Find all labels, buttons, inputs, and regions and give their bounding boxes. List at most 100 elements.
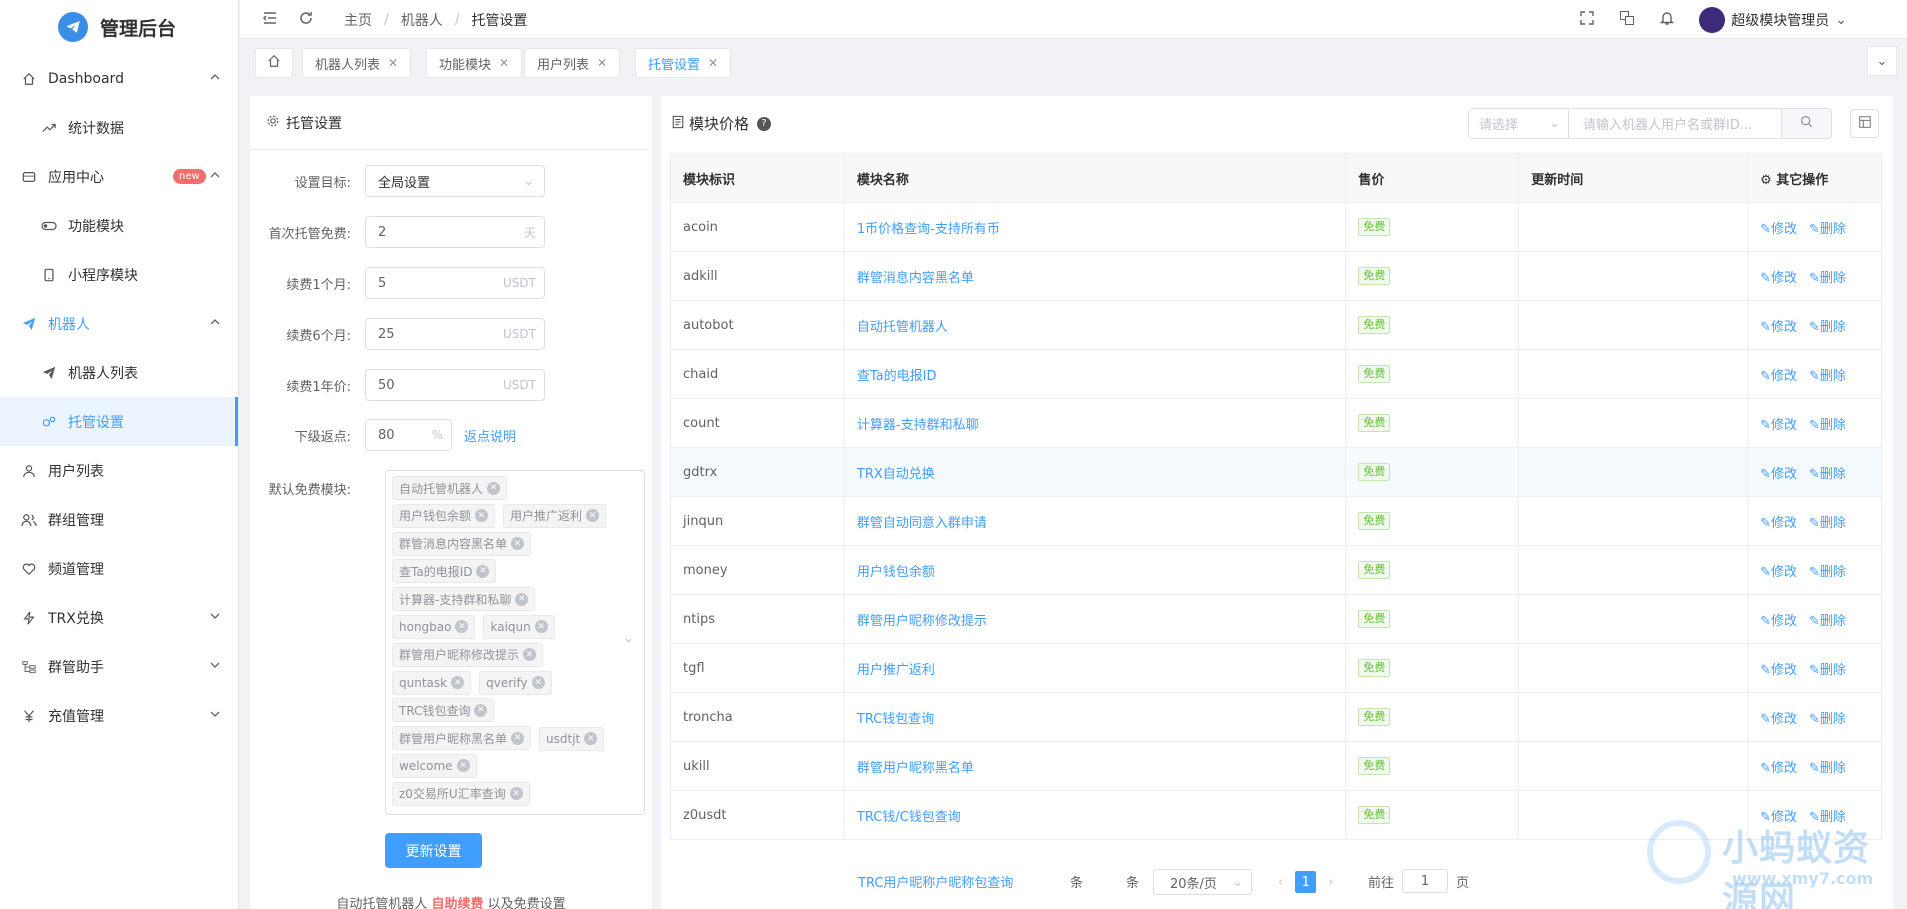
logo[interactable]: 管理后台 bbox=[0, 0, 238, 54]
chip-close-icon[interactable]: ✕ bbox=[487, 481, 501, 495]
sidebar-item-0[interactable]: Dashboard bbox=[0, 54, 238, 103]
column-header[interactable]: 售价 bbox=[1345, 153, 1520, 203]
translate-icon[interactable] bbox=[1619, 10, 1635, 30]
filter-select[interactable]: 请选择 ⌄ bbox=[1468, 108, 1569, 139]
module-name-cell[interactable]: 群管自动同意入群申请 bbox=[843, 496, 1347, 546]
bell-icon[interactable] bbox=[1659, 10, 1675, 30]
module-name-cell[interactable]: 自动托管机器人 bbox=[843, 300, 1347, 350]
table-row[interactable]: acoin 1币价格查询-支持所有币 免费 ✎修改 ✎删除 bbox=[670, 202, 1882, 252]
sidebar-item-6[interactable]: 机器人列表 bbox=[0, 348, 238, 397]
sidebar-item-1[interactable]: 统计数据 bbox=[0, 103, 238, 152]
module-name-cell[interactable]: TRC钱包查询 bbox=[843, 692, 1347, 742]
delete-button[interactable]: ✎删除 bbox=[1809, 565, 1846, 580]
chip-close-icon[interactable]: ✕ bbox=[474, 703, 488, 717]
table-row[interactable]: money 用户钱包余额 免费 ✎修改 ✎删除 bbox=[670, 545, 1882, 595]
target-select[interactable]: 全局设置 ⌄ bbox=[365, 165, 545, 197]
search-input[interactable]: 请输入机器人用户名或群ID... bbox=[1569, 108, 1782, 139]
sidebar-item-13[interactable]: 充值管理 bbox=[0, 691, 238, 740]
search-button[interactable] bbox=[1782, 108, 1832, 139]
delete-button[interactable]: ✎删除 bbox=[1809, 761, 1846, 776]
delete-button[interactable]: ✎删除 bbox=[1809, 418, 1846, 433]
chip-close-icon[interactable]: ✕ bbox=[515, 592, 529, 606]
breadcrumb-home[interactable]: 主页 bbox=[344, 10, 372, 30]
module-name-cell[interactable]: 群管用户昵称修改提示 bbox=[843, 594, 1347, 644]
edit-button[interactable]: ✎修改 bbox=[1760, 761, 1797, 776]
chip-close-icon[interactable]: ✕ bbox=[456, 759, 470, 773]
column-header-actions[interactable]: ⚙ 其它操作 bbox=[1747, 153, 1882, 203]
edit-button[interactable]: ✎修改 bbox=[1760, 565, 1797, 580]
sidebar-item-5[interactable]: 机器人 bbox=[0, 299, 238, 348]
tags-dropdown-button[interactable]: ⌄ bbox=[1867, 46, 1897, 76]
edit-button[interactable]: ✎修改 bbox=[1760, 222, 1797, 237]
delete-button[interactable]: ✎删除 bbox=[1809, 320, 1846, 335]
edit-button[interactable]: ✎修改 bbox=[1760, 712, 1797, 727]
next-page-icon[interactable]: › bbox=[1328, 875, 1333, 890]
close-icon[interactable]: ✕ bbox=[708, 56, 718, 70]
edit-button[interactable]: ✎修改 bbox=[1760, 418, 1797, 433]
edit-button[interactable]: ✎修改 bbox=[1760, 810, 1797, 825]
sidebar-item-12[interactable]: 群管助手 bbox=[0, 642, 238, 691]
page-size-select[interactable]: 20条/页 ⌄ bbox=[1153, 869, 1252, 895]
table-row[interactable]: adkill 群管消息内容黑名单 免费 ✎修改 ✎删除 bbox=[670, 251, 1882, 301]
sidebar-item-2[interactable]: 应用中心 new bbox=[0, 152, 238, 201]
edit-button[interactable]: ✎修改 bbox=[1760, 320, 1797, 335]
column-header[interactable]: 更新时间 bbox=[1518, 153, 1749, 203]
renew-1m-input[interactable]: 5 USDT bbox=[365, 267, 545, 299]
collapse-menu-icon[interactable] bbox=[262, 10, 278, 30]
delete-button[interactable]: ✎删除 bbox=[1809, 516, 1846, 531]
chip-close-icon[interactable]: ✕ bbox=[511, 537, 525, 551]
goto-page-input[interactable]: 1 bbox=[1402, 869, 1449, 893]
user-menu[interactable]: 超级模块管理员 ⌄ bbox=[1699, 6, 1847, 33]
delete-button[interactable]: ✎删除 bbox=[1809, 271, 1846, 286]
sidebar-item-7[interactable]: 托管设置 bbox=[0, 397, 238, 446]
first-free-input[interactable]: 2 天 bbox=[365, 216, 545, 248]
close-icon[interactable]: ✕ bbox=[388, 56, 398, 70]
free-modules-multiselect[interactable]: 自动托管机器人 ✕ 用户钱包余额 ✕ 用户推广返利 ✕ 群管消息内容黑名单 ✕ 查Ta的电报ID… bbox=[385, 470, 645, 815]
sidebar-item-11[interactable]: TRX兑换 bbox=[0, 593, 238, 642]
rebate-help-link[interactable]: 返点说明 bbox=[464, 426, 516, 445]
delete-button[interactable]: ✎删除 bbox=[1809, 712, 1846, 727]
edit-button[interactable]: ✎修改 bbox=[1760, 271, 1797, 286]
module-name-cell[interactable]: 用户推广返利 bbox=[843, 643, 1347, 693]
module-name-cell[interactable]: 群管用户昵称黑名单 bbox=[843, 741, 1347, 791]
breadcrumb-robot[interactable]: 机器人 bbox=[401, 10, 443, 30]
table-row[interactable]: ntips 群管用户昵称修改提示 免费 ✎修改 ✎删除 bbox=[670, 594, 1882, 644]
module-name-cell[interactable]: 用户钱包余额 bbox=[843, 545, 1347, 595]
delete-button[interactable]: ✎删除 bbox=[1809, 810, 1846, 825]
delete-button[interactable]: ✎删除 bbox=[1809, 663, 1846, 678]
module-name-cell[interactable]: TRC钱/C钱包查询 bbox=[843, 790, 1347, 840]
edit-button[interactable]: ✎修改 bbox=[1760, 467, 1797, 482]
sidebar-item-9[interactable]: 群组管理 bbox=[0, 495, 238, 544]
table-row[interactable]: count 计算器-支持群和私聊 免费 ✎修改 ✎删除 bbox=[670, 398, 1882, 448]
module-name-cell[interactable]: 1币价格查询-支持所有币 bbox=[843, 202, 1347, 252]
sidebar-item-4[interactable]: 小程序模块 bbox=[0, 250, 238, 299]
column-settings-button[interactable] bbox=[1850, 109, 1879, 138]
edit-button[interactable]: ✎修改 bbox=[1760, 663, 1797, 678]
renew-6m-input[interactable]: 25 USDT bbox=[365, 318, 545, 350]
close-icon[interactable]: ✕ bbox=[597, 56, 607, 70]
chip-close-icon[interactable]: ✕ bbox=[455, 620, 469, 634]
renew-1y-input[interactable]: 50 USDT bbox=[365, 369, 545, 401]
chip-close-icon[interactable]: ✕ bbox=[523, 648, 537, 662]
update-settings-button[interactable]: 更新设置 bbox=[385, 833, 482, 868]
tag-hosting-settings[interactable]: 托管设置 ✕ bbox=[635, 48, 732, 78]
table-row[interactable]: z0usdt TRC钱/C钱包查询 免费 ✎修改 ✎删除 bbox=[670, 790, 1882, 840]
table-row[interactable]: troncha TRC钱包查询 免费 ✎修改 ✎删除 bbox=[670, 692, 1882, 742]
fullscreen-icon[interactable] bbox=[1579, 10, 1595, 30]
question-icon[interactable]: ? bbox=[757, 116, 772, 131]
tag-module[interactable]: 功能模块 ✕ bbox=[426, 48, 523, 78]
edit-button[interactable]: ✎修改 bbox=[1760, 516, 1797, 531]
chip-close-icon[interactable]: ✕ bbox=[531, 676, 545, 690]
column-header[interactable]: 模块标识 bbox=[670, 153, 845, 203]
sidebar-item-8[interactable]: 用户列表 bbox=[0, 446, 238, 495]
tag-robot-list[interactable]: 机器人列表 ✕ bbox=[302, 48, 412, 78]
prev-page-icon[interactable]: ‹ bbox=[1278, 875, 1283, 890]
page-number-current[interactable]: 1 bbox=[1295, 871, 1317, 893]
chip-close-icon[interactable]: ✕ bbox=[511, 731, 525, 745]
rebate-input[interactable]: 80 % bbox=[365, 419, 452, 451]
chip-close-icon[interactable]: ✕ bbox=[534, 620, 548, 634]
module-name-cell[interactable]: 计算器-支持群和私聊 bbox=[843, 398, 1347, 448]
chip-close-icon[interactable]: ✕ bbox=[475, 509, 489, 523]
edit-button[interactable]: ✎修改 bbox=[1760, 369, 1797, 384]
edit-button[interactable]: ✎修改 bbox=[1760, 614, 1797, 629]
